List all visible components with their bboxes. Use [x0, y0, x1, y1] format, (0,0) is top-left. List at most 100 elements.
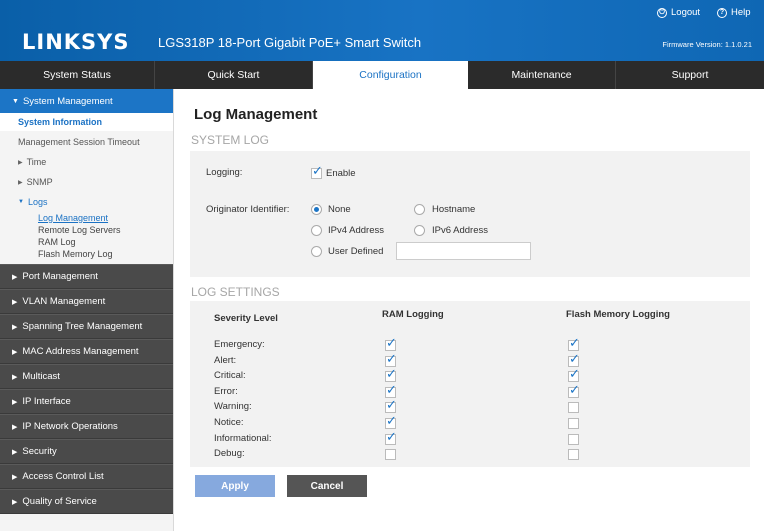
flash-logging-checkbox[interactable]: [568, 402, 579, 413]
caret-down-icon: ▼: [12, 97, 19, 105]
flash-logging-checkbox[interactable]: [568, 336, 580, 351]
tab-maintenance[interactable]: Maintenance: [468, 61, 616, 89]
sidebar-item-flash-memory-log[interactable]: Flash Memory Log: [0, 248, 173, 260]
sidebar-item-label: SNMP: [26, 177, 53, 187]
sidebar-item-system-information[interactable]: System Information: [0, 113, 173, 131]
caret-right-icon: ▶: [12, 448, 18, 456]
severity-label: Notice:: [214, 417, 244, 428]
sidebar-item-label: Port Management: [22, 271, 98, 282]
caret-right-icon: ▶: [18, 179, 23, 186]
severity-label: Emergency:: [214, 339, 265, 350]
tab-support[interactable]: Support: [616, 61, 764, 89]
sidebar-item-logs[interactable]: ▼ Logs: [0, 192, 173, 212]
flash-logging-checkbox[interactable]: [568, 449, 579, 460]
ram-logging-checkbox[interactable]: [385, 367, 397, 382]
main-content: Log Management SYSTEM LOG Logging: Enabl…: [174, 89, 764, 531]
flash-logging-checkbox[interactable]: [568, 383, 580, 398]
power-icon: ⏻: [657, 7, 667, 18]
sidebar-item-label: Spanning Tree Management: [22, 321, 143, 332]
originator-label: Originator Identifier:: [206, 204, 290, 215]
main-nav: System Status Quick Start Configuration …: [0, 61, 764, 89]
sidebar-item-remote-log-servers[interactable]: Remote Log Servers: [0, 224, 173, 236]
originator-user-defined-radio[interactable]: [311, 246, 322, 257]
sidebar-item-ip-network-operations[interactable]: ▶ IP Network Operations: [0, 414, 173, 439]
system-log-panel: Logging: Enable Originator Identifier: N…: [190, 151, 750, 277]
sidebar-item-vlan-management[interactable]: ▶ VLAN Management: [0, 289, 173, 314]
cancel-button[interactable]: Cancel: [287, 475, 367, 497]
originator-hostname-radio[interactable]: [414, 204, 425, 215]
originator-ipv4-label: IPv4 Address: [328, 225, 384, 236]
column-header-severity: Severity Level: [214, 313, 278, 324]
help-label: Help: [731, 7, 751, 18]
enable-label: Enable: [326, 168, 356, 179]
ram-logging-checkbox[interactable]: [385, 383, 397, 398]
sidebar-item-label: Logs: [27, 197, 48, 207]
logout-label: Logout: [671, 7, 701, 18]
section-title-log-settings: LOG SETTINGS: [191, 285, 280, 299]
severity-label: Informational:: [214, 433, 272, 444]
ram-logging-checkbox[interactable]: [385, 352, 397, 367]
sidebar-item-access-control-list[interactable]: ▶ Access Control List: [0, 464, 173, 489]
caret-right-icon: ▶: [12, 273, 18, 281]
sidebar-item-quality-of-service[interactable]: ▶ Quality of Service: [0, 489, 173, 514]
severity-label: Critical:: [214, 370, 246, 381]
sidebar-item-ram-log[interactable]: RAM Log: [0, 236, 173, 248]
sidebar-item-label: IP Network Operations: [22, 421, 118, 432]
sidebar-item-label: MAC Address Management: [22, 346, 139, 357]
originator-ipv6-label: IPv6 Address: [432, 225, 488, 236]
log-settings-panel: Severity Level RAM Logging Flash Memory …: [190, 301, 750, 467]
page-title: Log Management: [194, 106, 318, 123]
flash-logging-checkbox[interactable]: [568, 434, 579, 445]
sidebar-item-management-session-timeout[interactable]: Management Session Timeout: [0, 131, 173, 152]
severity-label: Error:: [214, 386, 238, 397]
sidebar-item-ip-interface[interactable]: ▶ IP Interface: [0, 389, 173, 414]
sidebar: ▼ System Management System Information M…: [0, 89, 174, 531]
caret-right-icon: ▶: [12, 398, 18, 406]
flash-logging-checkbox[interactable]: [568, 352, 580, 367]
caret-right-icon: ▶: [12, 373, 18, 381]
originator-hostname-label: Hostname: [432, 204, 476, 215]
sidebar-item-port-management[interactable]: ▶ Port Management: [0, 264, 173, 289]
sidebar-item-mac-address-management[interactable]: ▶ MAC Address Management: [0, 339, 173, 364]
sidebar-item-log-management[interactable]: Log Management: [0, 212, 173, 224]
originator-user-defined-label: User Defined: [328, 246, 384, 257]
originator-ipv6-radio[interactable]: [414, 225, 425, 236]
originator-ipv4-radio[interactable]: [311, 225, 322, 236]
caret-down-icon: ▼: [18, 199, 24, 205]
sidebar-item-label: Multicast: [22, 371, 60, 382]
logout-link[interactable]: ⏻ Logout: [657, 7, 700, 18]
sidebar-item-time[interactable]: ▶ Time: [0, 152, 173, 172]
caret-right-icon: ▶: [12, 498, 18, 506]
caret-right-icon: ▶: [12, 298, 18, 306]
page-header: LINKSYS LGS318P 18-Port Gigabit PoE+ Sma…: [0, 0, 764, 61]
logging-enable-checkbox[interactable]: [311, 164, 323, 179]
sidebar-item-label: Security: [22, 446, 57, 457]
flash-logging-checkbox[interactable]: [568, 367, 580, 382]
ram-logging-checkbox[interactable]: [385, 336, 397, 351]
user-defined-input[interactable]: [396, 242, 531, 260]
severity-label: Alert:: [214, 355, 237, 366]
tab-quick-start[interactable]: Quick Start: [155, 61, 313, 89]
apply-button[interactable]: Apply: [195, 475, 275, 497]
flash-logging-checkbox[interactable]: [568, 418, 579, 429]
caret-right-icon: ▶: [12, 348, 18, 356]
sidebar-item-snmp[interactable]: ▶ SNMP: [0, 172, 173, 192]
logging-label: Logging:: [206, 167, 243, 178]
ram-logging-checkbox[interactable]: [385, 430, 397, 445]
ram-logging-checkbox[interactable]: [385, 398, 397, 413]
help-link[interactable]: ? Help: [717, 7, 751, 18]
sidebar-item-spanning-tree-management[interactable]: ▶ Spanning Tree Management: [0, 314, 173, 339]
logs-submenu: Log Management Remote Log Servers RAM Lo…: [0, 212, 173, 264]
sidebar-item-label: VLAN Management: [22, 296, 106, 307]
help-icon: ?: [717, 7, 727, 18]
sidebar-item-label: System Management: [22, 95, 113, 107]
ram-logging-checkbox[interactable]: [385, 449, 396, 460]
sidebar-item-security[interactable]: ▶ Security: [0, 439, 173, 464]
originator-none-radio[interactable]: [311, 204, 322, 215]
sidebar-item-multicast[interactable]: ▶ Multicast: [0, 364, 173, 389]
tab-system-status[interactable]: System Status: [0, 61, 155, 89]
sidebar-item-system-management[interactable]: ▼ System Management: [0, 89, 173, 113]
tab-configuration[interactable]: Configuration: [313, 61, 468, 89]
product-name: LGS318P 18-Port Gigabit PoE+ Smart Switc…: [158, 35, 422, 50]
ram-logging-checkbox[interactable]: [385, 414, 397, 429]
